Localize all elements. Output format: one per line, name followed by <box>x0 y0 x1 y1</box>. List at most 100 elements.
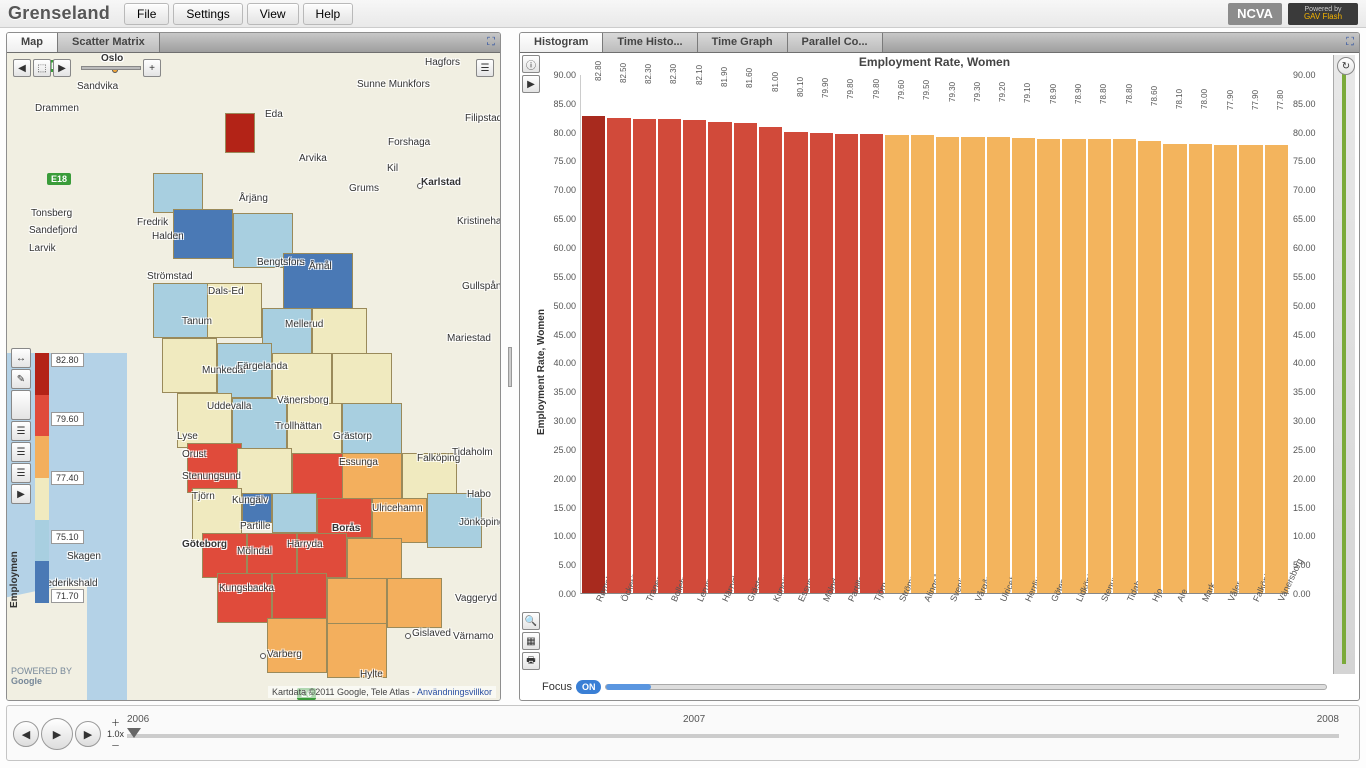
map-zoom-slider[interactable] <box>81 66 141 70</box>
chart-info-icon[interactable]: ⓘ <box>522 55 540 73</box>
city-jonkoping: Jönköping <box>459 517 500 528</box>
chart-bar[interactable] <box>633 119 656 593</box>
map-pan-left[interactable]: ◀ <box>13 59 31 77</box>
menu-settings[interactable]: Settings <box>173 3 242 25</box>
chart-bar[interactable] <box>1037 139 1060 593</box>
legend-tool-move[interactable]: ↔ <box>11 348 31 368</box>
focus-slider[interactable] <box>605 684 1327 690</box>
chart-zoom-icon[interactable]: 🔍 <box>522 612 540 630</box>
chart-bar[interactable] <box>708 122 731 593</box>
timeline-play-button[interactable]: ▶ <box>41 718 73 750</box>
chart-bar[interactable] <box>810 133 833 593</box>
focus-label: Focus <box>542 681 572 693</box>
city-tidaholm: Tidaholm <box>452 447 493 458</box>
timeline-next-button[interactable]: ▶ <box>75 721 101 747</box>
city-vaggeryd: Vaggeryd <box>455 593 497 604</box>
city-kristineham: Kristineham <box>457 216 500 227</box>
tab-parallel-coords[interactable]: Parallel Co... <box>788 33 883 52</box>
chart-bar[interactable] <box>961 137 984 593</box>
chart-bar[interactable] <box>734 123 757 593</box>
expand-icon[interactable]: ⛶ <box>1341 33 1359 52</box>
tab-map[interactable]: Map <box>7 33 58 52</box>
chart-bar[interactable] <box>987 137 1010 593</box>
city-habo: Habo <box>467 489 491 500</box>
chart-bars[interactable]: 82.80Rømskog82.50Öckerö82.30Tranemo82.30… <box>580 75 1289 594</box>
city-gislaved: Gislaved <box>412 628 451 639</box>
focus-toggle[interactable]: ON <box>576 680 602 694</box>
map-terms-link[interactable]: Användningsvillkor <box>417 687 492 697</box>
chart-ylabel: Employment Rate, Women <box>536 309 547 435</box>
legend-tool-play[interactable]: ▶ <box>11 484 31 504</box>
map-pan-right[interactable]: ▶ <box>53 59 71 77</box>
chart-bar[interactable] <box>1189 144 1212 593</box>
city-grums: Grums <box>349 183 379 194</box>
chart-bar[interactable] <box>885 135 908 593</box>
chart-bar[interactable] <box>1113 139 1136 593</box>
chart-print-icon[interactable]: 🖶 <box>522 652 540 670</box>
tab-time-histo[interactable]: Time Histo... <box>603 33 697 52</box>
legend-break-label: 82.80 <box>51 353 84 367</box>
timeline-prev-button[interactable]: ◀ <box>13 721 39 747</box>
timeline-mid: 2007 <box>683 714 705 725</box>
chart-bar[interactable] <box>1088 139 1111 593</box>
timeline-speed-minus[interactable]: － <box>111 739 120 752</box>
chart-crop-icon[interactable]: ▦ <box>522 632 540 650</box>
timeline-speed-plus[interactable]: ＋ <box>111 716 120 729</box>
chart-title: Employment Rate, Women <box>542 55 1327 73</box>
legend-tool-pal3[interactable]: ☰ <box>11 463 31 483</box>
timeline-handle[interactable] <box>127 728 141 738</box>
city-sandvika: Sandvika <box>77 81 118 92</box>
legend-variable-label: Employmen <box>9 551 20 608</box>
tab-time-graph[interactable]: Time Graph <box>698 33 788 52</box>
chart-bar[interactable] <box>658 119 681 593</box>
chart-bar[interactable] <box>1062 139 1085 593</box>
menu-help[interactable]: Help <box>303 3 354 25</box>
menu-view[interactable]: View <box>247 3 299 25</box>
city-sandefjord: Sandefjord <box>29 225 77 236</box>
chart-reload-icon[interactable]: ↻ <box>1337 57 1355 75</box>
map-copyright: Kartdata ©2011 Google, Tele Atlas - Anvä… <box>268 686 496 698</box>
city-kungsbacka: Kungsbacka <box>219 583 274 594</box>
chart-range-scale[interactable] <box>1333 55 1355 674</box>
city-dalsed: Dals-Ed <box>208 286 244 297</box>
city-molndal: Mölndal <box>237 546 272 557</box>
legend-tool-pal2[interactable]: ☰ <box>11 442 31 462</box>
chart-bar[interactable] <box>911 135 934 593</box>
chart-bar[interactable] <box>1163 144 1186 594</box>
timeline-track[interactable] <box>127 734 1339 738</box>
city-uddevalla: Uddevalla <box>207 401 251 412</box>
city-larvik: Larvik <box>29 243 56 254</box>
map-layers[interactable]: ☰ <box>476 59 494 77</box>
legend-tool-edit[interactable]: ✎ <box>11 369 31 389</box>
menu-file[interactable]: File <box>124 3 169 25</box>
chart-bar[interactable] <box>582 116 605 593</box>
city-fargelanda: Färgelanda <box>237 361 288 372</box>
chart-bar[interactable] <box>683 120 706 593</box>
panel-splitter[interactable] <box>507 32 513 701</box>
city-stromstad: Strömstad <box>147 271 193 282</box>
chart-bar[interactable] <box>1239 145 1262 593</box>
map-canvas[interactable]: E16 E18 E6 Oslo Drammen Sandvika Karlsta… <box>7 53 500 700</box>
city-varnamo: Värnamo <box>453 631 494 642</box>
chart-bar[interactable] <box>784 132 807 593</box>
chart-bar[interactable] <box>607 118 630 593</box>
chart-bar[interactable] <box>1138 141 1161 593</box>
city-arvika: Arvika <box>299 153 327 164</box>
tab-scatter-matrix[interactable]: Scatter Matrix <box>58 33 160 52</box>
chart-collapse-icon[interactable]: ▶ <box>522 75 540 93</box>
chart-bar[interactable] <box>835 134 858 593</box>
map-pan-tool[interactable]: ⬚ <box>33 59 51 77</box>
map-zoom-in[interactable]: + <box>143 59 161 77</box>
city-varberg: Varberg <box>267 649 302 660</box>
chart-bar[interactable] <box>860 134 883 593</box>
chart-bar[interactable] <box>759 127 782 593</box>
legend-tool-pal1[interactable]: ☰ <box>11 421 31 441</box>
chart-bar[interactable] <box>1214 145 1237 593</box>
chart-bar[interactable] <box>1012 138 1035 593</box>
chart-bar[interactable] <box>1265 145 1288 593</box>
timeline-speed: 1.0x <box>107 729 124 739</box>
expand-icon[interactable]: ⛶ <box>482 33 500 52</box>
timeline-start: 2006 <box>127 714 149 725</box>
tab-histogram[interactable]: Histogram <box>520 33 603 52</box>
chart-bar[interactable] <box>936 137 959 593</box>
